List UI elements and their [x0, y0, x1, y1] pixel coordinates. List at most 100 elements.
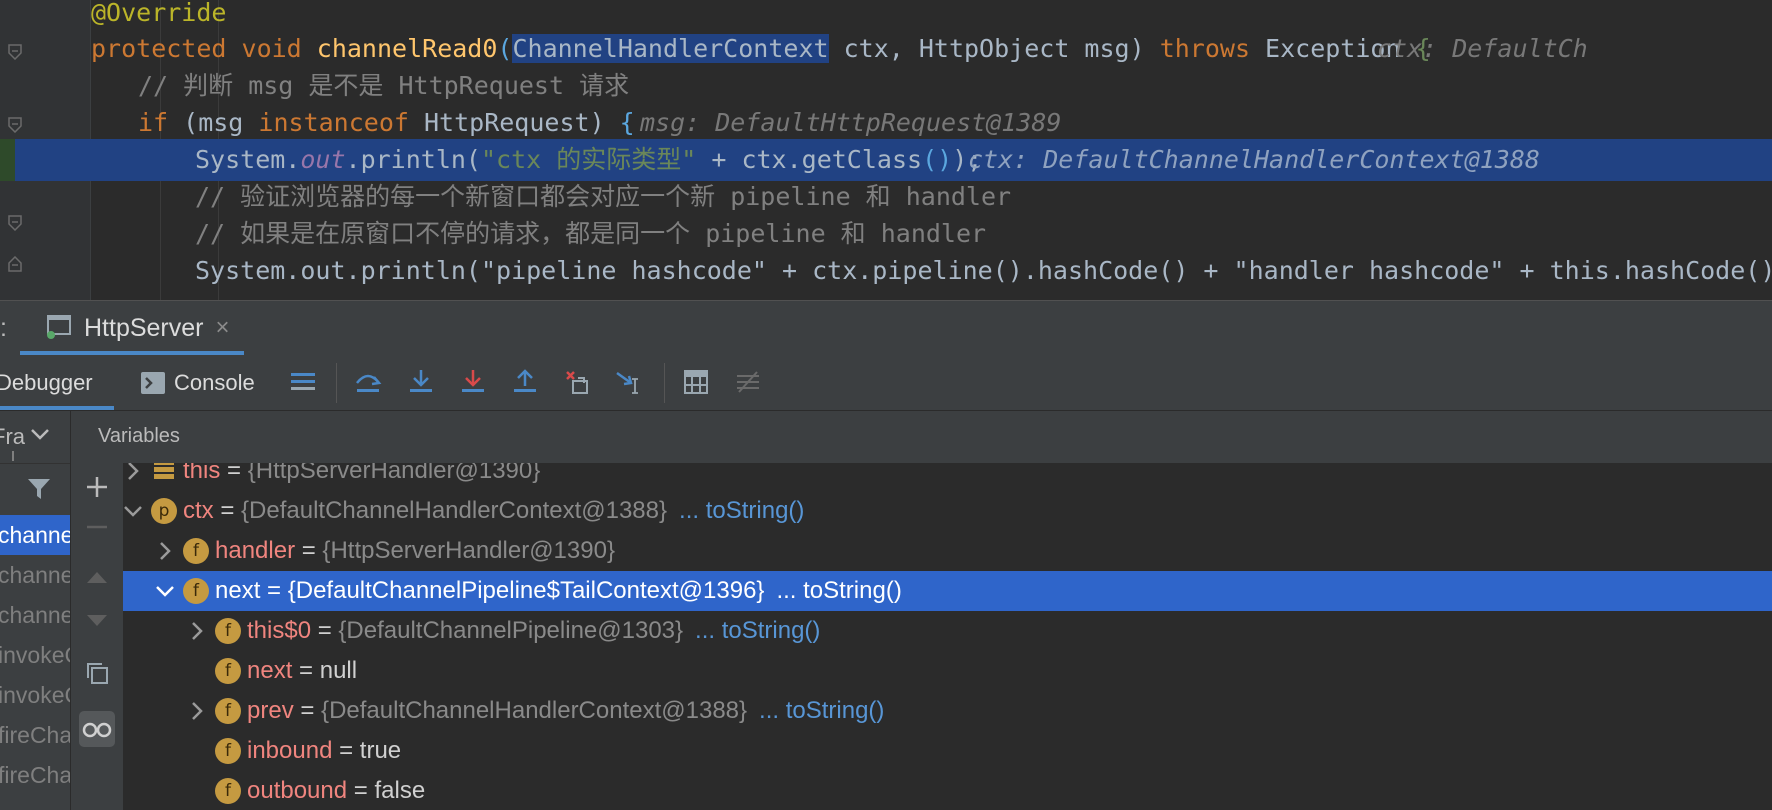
chevron-down-icon[interactable]: [123, 501, 143, 521]
variable-value: {DefaultChannelHandlerContext@1388}: [321, 697, 748, 724]
trace-stream-icon[interactable]: [730, 364, 766, 400]
evaluate-expression-icon[interactable]: [678, 364, 714, 400]
run-to-cursor-icon[interactable]: [611, 364, 647, 400]
variable-entry: this = {HttpServerHandler@1390}: [183, 463, 540, 491]
variable-value: false: [374, 777, 426, 804]
move-up-icon[interactable]: [79, 559, 115, 595]
variables-header: Variables: [71, 411, 1772, 464]
code-token: protected: [91, 34, 242, 63]
step-into-icon[interactable]: [403, 364, 439, 400]
tab-debugger-label: Debugger: [0, 370, 93, 395]
variable-value: null: [319, 657, 358, 684]
frame-item-selected[interactable]: channelRead0: [0, 515, 70, 555]
frame-item[interactable]: channelRead: [0, 555, 70, 595]
execution-point-marker: [0, 139, 15, 181]
filter-icon[interactable]: [0, 463, 70, 515]
variable-value: {HttpServerHandler@1390}: [322, 537, 615, 564]
chevron-right-icon[interactable]: [187, 701, 207, 721]
variable-name: ctx: [183, 497, 214, 524]
thread-selector[interactable]: Fra: [0, 411, 70, 464]
remove-watch-icon[interactable]: [79, 509, 115, 545]
tab-console[interactable]: Console: [140, 355, 255, 410]
inline-debug-value: msg: DefaultHttpRequest@1389: [640, 108, 1062, 137]
code-token: @Override: [91, 0, 227, 27]
tostring-link[interactable]: ... toString(): [759, 697, 884, 724]
variable-row-selected[interactable]: f next = {DefaultChannelPipeline$TailCont…: [123, 571, 1772, 611]
step-over-icon[interactable]: [350, 364, 386, 400]
equals-sign: =: [213, 497, 242, 524]
code-text: // 判断 msg 是不是 HttpRequest 请求: [138, 65, 629, 107]
code-line[interactable]: // 验证浏览器的每一个新窗口都会对应一个新 pipeline 和 handle…: [0, 176, 1772, 218]
active-tab-indicator: [0, 406, 114, 410]
frame-item[interactable]: invokeChannelRead: [0, 635, 70, 675]
code-line-execution-point[interactable]: System.out.println("ctx 的实际类型" + ctx.get…: [0, 139, 1772, 181]
code-token: throws: [1159, 34, 1266, 63]
chevron-down-icon[interactable]: [30, 427, 50, 446]
code-token: if: [138, 108, 184, 137]
chevron-down-icon[interactable]: [155, 581, 175, 601]
equals-sign: =: [293, 697, 322, 724]
code-line[interactable]: if (msg instanceof HttpRequest) {msg: De…: [0, 102, 1772, 144]
step-out-icon[interactable]: [507, 364, 543, 400]
code-line[interactable]: // 判断 msg 是不是 HttpRequest 请求: [0, 65, 1772, 107]
tostring-link[interactable]: ... toString(): [776, 577, 901, 604]
code-token: .println(: [345, 145, 481, 174]
code-text: if (msg instanceof HttpRequest) {: [138, 102, 635, 144]
chevron-right-icon[interactable]: [123, 463, 143, 481]
variables-tree[interactable]: this = {HttpServerHandler@1390} p ctx = {D…: [123, 463, 1772, 810]
tab-debugger[interactable]: Debugger: [0, 355, 114, 410]
frame-item[interactable]: fireChannelRead: [0, 715, 70, 755]
variable-row[interactable]: f inbound = true: [123, 731, 1772, 771]
close-icon[interactable]: ×: [215, 314, 229, 342]
field-icon: f: [215, 618, 241, 644]
frames-scroll-thumb[interactable]: [12, 451, 14, 461]
code-editor[interactable]: @Override protected void channelRead0(Cha…: [0, 0, 1772, 300]
field-icon: f: [183, 578, 209, 604]
variable-row[interactable]: f outbound = false: [123, 771, 1772, 810]
frame-item[interactable]: fireChannelRead: [0, 755, 70, 795]
drop-frame-icon[interactable]: [559, 364, 595, 400]
tab-httpserver[interactable]: HttpServer ×: [20, 301, 244, 355]
variable-row[interactable]: f prev = {DefaultChannelHandlerContext@13…: [123, 691, 1772, 731]
variable-row[interactable]: p ctx = {DefaultChannelHandlerContext@138…: [123, 491, 1772, 531]
code-line[interactable]: // 如果是在原窗口不停的请求，都是同一个 pipeline 和 handler: [0, 213, 1772, 255]
equals-sign: =: [220, 463, 248, 484]
variable-name: handler: [215, 537, 296, 564]
tab-console-label: Console: [174, 370, 255, 395]
frame-item[interactable]: invokeChannelRead: [0, 675, 70, 715]
frame-item[interactable]: channelRead: [0, 595, 70, 635]
copy-icon[interactable]: [79, 655, 115, 691]
chevron-right-icon[interactable]: [155, 541, 175, 561]
code-token: // 如果是在原窗口不停的请求，都是同一个 pipeline 和 handler: [195, 219, 987, 248]
code-token: HttpRequest): [424, 108, 620, 137]
tostring-link[interactable]: ... toString(): [695, 617, 820, 644]
equals-sign: =: [295, 537, 323, 564]
add-watch-icon[interactable]: [79, 469, 115, 505]
code-token: // 验证浏览器的每一个新窗口都会对应一个新 pipeline 和 handle…: [195, 182, 1012, 211]
variable-entry: outbound = false: [247, 771, 425, 810]
code-line[interactable]: System.out.println("pipeline hashcode" +…: [0, 250, 1772, 292]
field-icon: f: [183, 538, 209, 564]
variable-row[interactable]: f next = null: [123, 651, 1772, 691]
variable-row[interactable]: this = {HttpServerHandler@1390}: [123, 463, 1772, 491]
code-token: ctx, HttpObject msg): [828, 34, 1160, 63]
equals-sign: =: [332, 737, 360, 764]
parameter-icon: p: [151, 498, 177, 524]
equals-sign: =: [347, 777, 375, 804]
tostring-link[interactable]: ... toString(): [679, 497, 804, 524]
toolbar-separator: [664, 363, 665, 403]
variable-name: next: [215, 577, 261, 604]
variable-value: {HttpServerHandler@1390}: [247, 463, 541, 484]
code-token: channelRead0: [316, 34, 498, 63]
move-down-icon[interactable]: [79, 603, 115, 639]
toolbar-separator: [336, 363, 337, 403]
variable-row[interactable]: f handler = {HttpServerHandler@1390}: [123, 531, 1772, 571]
show-watches-icon[interactable]: [79, 711, 115, 747]
code-token: ChannelHandlerContext: [512, 34, 829, 63]
layout-menu-icon[interactable]: [285, 364, 321, 400]
chevron-right-icon[interactable]: [187, 621, 207, 641]
variable-row[interactable]: f this$0 = {DefaultChannelPipeline@1303}.…: [123, 611, 1772, 651]
force-step-into-icon[interactable]: [455, 364, 491, 400]
variable-value: true: [359, 737, 402, 764]
code-line[interactable]: protected void channelRead0(ChannelHandl…: [0, 28, 1772, 70]
